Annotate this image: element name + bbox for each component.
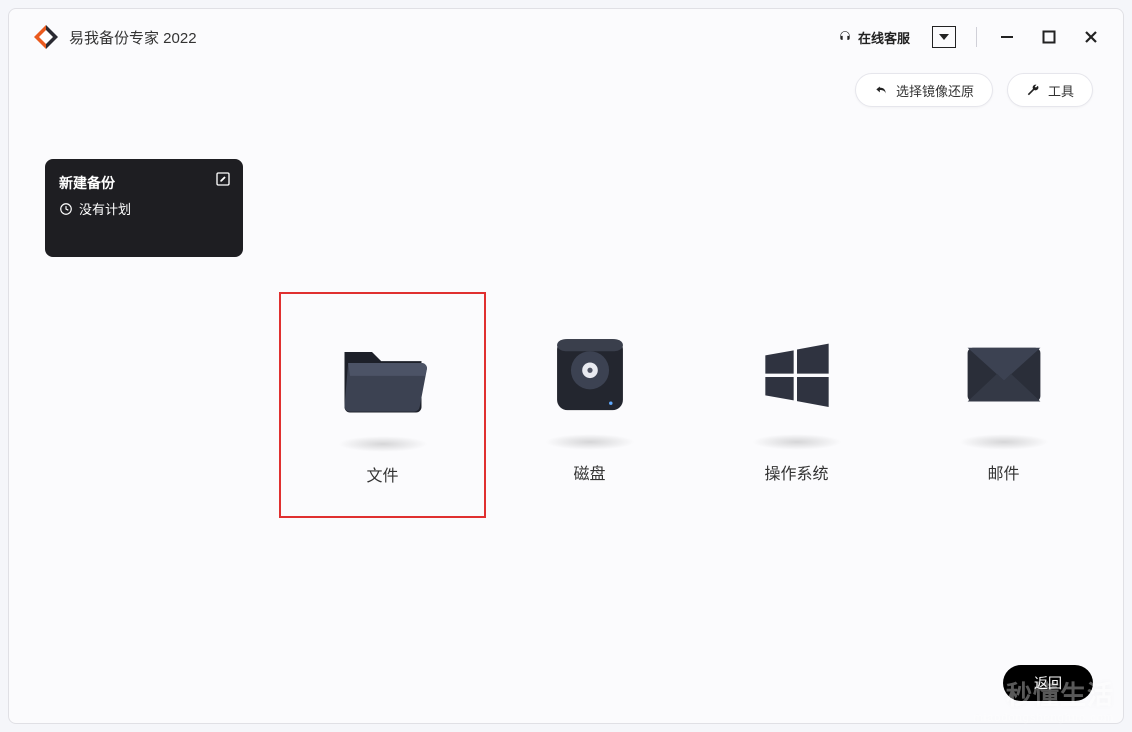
toolbar: 选择镜像还原 工具 [9,65,1123,111]
edit-icon [215,171,231,187]
minimize-button[interactable] [991,21,1023,53]
back-button-label: 返回 [1034,673,1062,693]
option-os[interactable]: 操作系统 [693,292,900,518]
new-backup-subtitle-text: 没有计划 [79,199,131,218]
tools-button[interactable]: 工具 [1007,73,1093,107]
wrench-icon [1026,83,1040,97]
close-icon [1084,30,1098,44]
windows-icon [737,312,857,432]
undo-arrow-icon [874,83,888,97]
back-button[interactable]: 返回 [1003,665,1093,701]
maximize-button[interactable] [1033,21,1065,53]
restore-image-button[interactable]: 选择镜像还原 [855,73,993,107]
tools-label: 工具 [1048,81,1074,100]
app-logo-icon [33,24,59,50]
close-button[interactable] [1075,21,1107,53]
folder-icon [323,314,443,434]
option-file-label: 文件 [366,462,398,486]
option-mail[interactable]: 邮件 [900,292,1107,518]
option-os-label: 操作系统 [764,460,828,484]
edit-backup-button[interactable] [215,171,231,192]
disk-icon [530,312,650,432]
maximize-icon [1042,30,1056,44]
new-backup-title: 新建备份 [59,173,229,193]
support-label: 在线客服 [858,28,910,47]
window-menu-dropdown[interactable] [932,26,956,48]
option-disk[interactable]: 磁盘 [486,292,693,518]
restore-image-label: 选择镜像还原 [896,81,974,100]
mail-icon [944,312,1064,432]
support-button[interactable]: 在线客服 [832,24,916,51]
option-mail-label: 邮件 [987,460,1019,484]
minimize-icon [1000,30,1014,44]
option-disk-label: 磁盘 [573,460,605,484]
chevron-down-icon [939,32,949,42]
headset-icon [838,30,852,44]
app-window: 易我备份专家 2022 在线客服 [8,8,1124,724]
option-file[interactable]: 文件 [279,292,486,518]
new-backup-card[interactable]: 新建备份 没有计划 [45,159,243,257]
app-title: 易我备份专家 2022 [69,27,197,48]
clock-icon [59,202,73,216]
titlebar: 易我备份专家 2022 在线客服 [9,9,1123,65]
divider [976,27,977,47]
new-backup-subtitle: 没有计划 [59,199,229,218]
backup-type-options: 文件 磁盘 [279,292,1107,518]
